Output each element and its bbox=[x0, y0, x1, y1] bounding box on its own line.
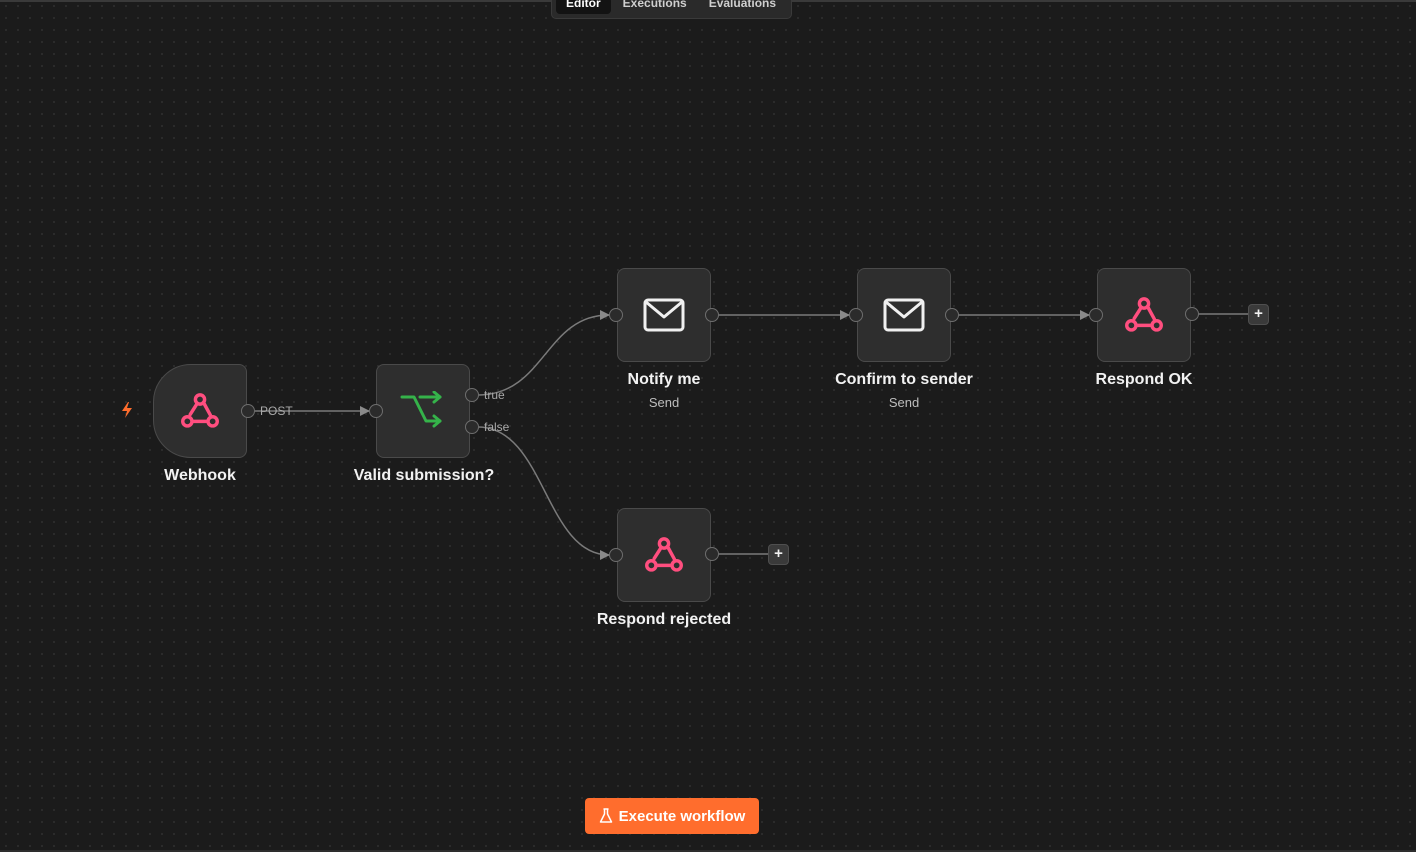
if-true-output-handle[interactable] bbox=[465, 388, 479, 402]
node-respond-rejected[interactable] bbox=[617, 508, 711, 602]
add-node-button[interactable]: + bbox=[768, 544, 789, 565]
node-label-respond-ok: Respond OK bbox=[1095, 371, 1193, 388]
webhook-icon bbox=[645, 537, 683, 572]
if-input-handle[interactable] bbox=[369, 404, 383, 418]
webhook-icon bbox=[181, 393, 219, 428]
node-webhook[interactable] bbox=[153, 364, 247, 458]
notify-input-handle[interactable] bbox=[609, 308, 623, 322]
node-confirm-to-sender[interactable] bbox=[857, 268, 951, 362]
node-label-valid-submission: Valid submission? bbox=[353, 467, 495, 484]
add-node-button[interactable]: + bbox=[1248, 304, 1269, 325]
trigger-bolt-icon bbox=[122, 402, 132, 418]
execute-workflow-label: Execute workflow bbox=[618, 807, 746, 825]
webhook-output-handle[interactable] bbox=[241, 404, 255, 418]
node-label-webhook: Webhook bbox=[164, 467, 236, 484]
branch-label-false: false bbox=[484, 420, 510, 434]
node-respond-ok[interactable] bbox=[1097, 268, 1191, 362]
node-notify-me[interactable] bbox=[617, 268, 711, 362]
notify-output-handle[interactable] bbox=[705, 308, 719, 322]
execute-workflow-button[interactable]: Execute workflow bbox=[585, 798, 759, 834]
node-subtitle-notify-me: Send bbox=[648, 395, 680, 410]
confirm-output-handle[interactable] bbox=[945, 308, 959, 322]
respond-ok-input-handle[interactable] bbox=[1089, 308, 1103, 322]
node-label-confirm-to-sender: Confirm to sender bbox=[835, 371, 973, 388]
flask-icon bbox=[599, 808, 612, 823]
node-valid-submission[interactable] bbox=[376, 364, 470, 458]
webhook-icon bbox=[1125, 297, 1163, 332]
respond-rejected-input-handle[interactable] bbox=[609, 548, 623, 562]
connection-false-to-rejected[interactable] bbox=[477, 426, 610, 560]
respond-ok-output-handle[interactable] bbox=[1185, 307, 1199, 321]
node-label-respond-rejected: Respond rejected bbox=[596, 611, 732, 628]
connection-label-post: POST bbox=[260, 404, 293, 418]
if-branch-icon bbox=[400, 391, 442, 428]
confirm-input-handle[interactable] bbox=[849, 308, 863, 322]
respond-rejected-output-handle[interactable] bbox=[705, 547, 719, 561]
mail-icon bbox=[643, 298, 685, 332]
node-label-notify-me: Notify me bbox=[627, 371, 701, 388]
if-false-output-handle[interactable] bbox=[465, 420, 479, 434]
mail-icon bbox=[883, 298, 925, 332]
node-subtitle-confirm-to-sender: Send bbox=[888, 395, 920, 410]
branch-label-true: true bbox=[484, 388, 505, 402]
